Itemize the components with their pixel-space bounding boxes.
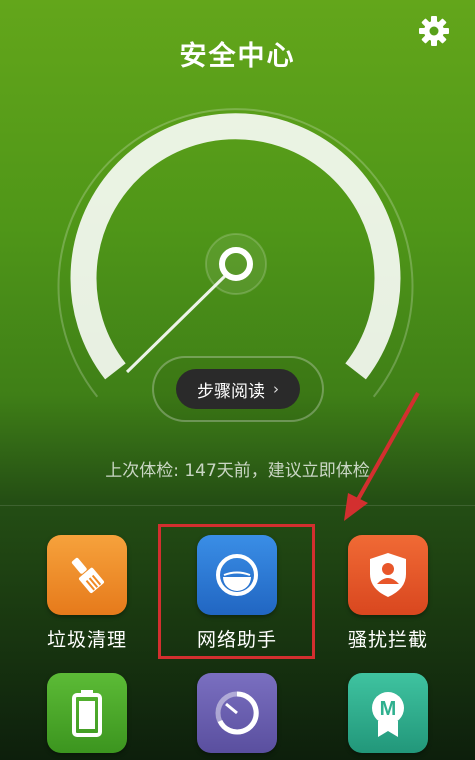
tile-speed[interactable] — [182, 673, 292, 753]
tile-mi-badge[interactable]: M — [333, 673, 443, 753]
svg-text:M: M — [380, 698, 397, 720]
tile-label-junk-clean: 垃圾清理 — [46, 629, 127, 651]
gauge-hub-glow — [205, 233, 267, 295]
m-badge-icon: M — [348, 673, 428, 753]
step-read-label: 步骤阅读 — [197, 381, 265, 402]
battery-icon — [47, 673, 127, 753]
security-center-screen: 安全中心 步骤阅读 › 上次体检: 147天前，建议立即体检 垃圾清理 网络助手… — [0, 0, 475, 760]
step-read-button[interactable]: 步骤阅读 › — [176, 369, 300, 409]
broom-icon — [47, 535, 127, 615]
tile-junk-clean[interactable]: 垃圾清理 — [32, 535, 142, 652]
highlight-box — [158, 524, 315, 659]
speedometer-icon — [197, 673, 277, 753]
tile-label-harassment-block: 骚扰拦截 — [347, 629, 428, 651]
tile-battery[interactable] — [32, 673, 142, 753]
shield-user-icon — [348, 535, 428, 615]
tile-harassment-block[interactable]: 骚扰拦截 — [333, 535, 443, 652]
annotation-arrow-icon — [344, 392, 420, 521]
chevron-right-icon: › — [273, 380, 279, 398]
